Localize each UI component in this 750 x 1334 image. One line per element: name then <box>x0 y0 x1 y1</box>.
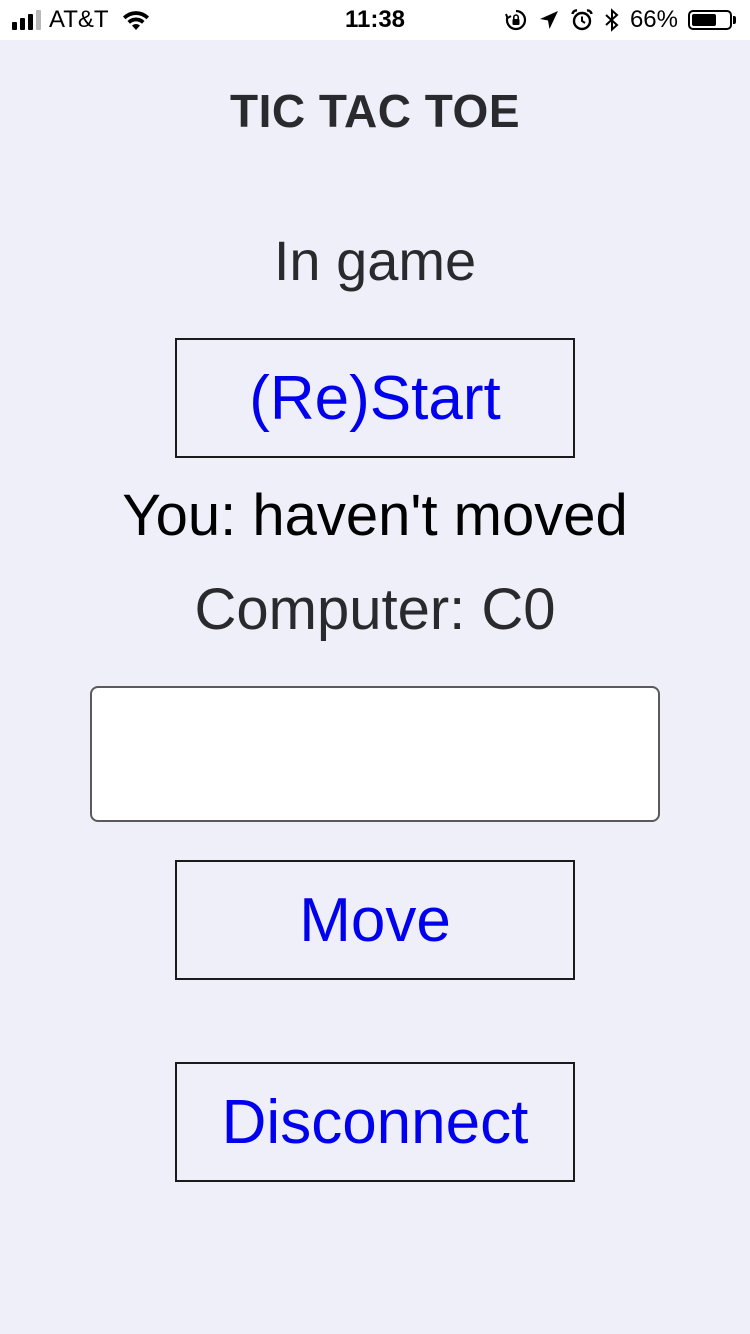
status-right: 66% <box>504 0 736 40</box>
move-input[interactable] <box>90 686 660 822</box>
computer-status: Computer: C0 <box>194 577 556 642</box>
battery-percentage: 66% <box>629 6 678 33</box>
orientation-lock-icon <box>504 8 528 32</box>
app-title: TIC TAC TOE <box>229 85 520 137</box>
battery-icon <box>688 10 736 30</box>
status-bar: AT&T 11:38 66% <box>0 0 750 40</box>
bluetooth-icon <box>604 8 620 32</box>
disconnect-button[interactable]: Disconnect <box>175 1062 575 1182</box>
player-status: You: haven't moved <box>122 483 628 548</box>
alarm-icon <box>570 8 594 32</box>
game-state-label: In game <box>273 229 477 292</box>
location-arrow-icon <box>538 9 560 31</box>
restart-button[interactable]: (Re)Start <box>175 338 575 458</box>
move-button[interactable]: Move <box>175 860 575 980</box>
